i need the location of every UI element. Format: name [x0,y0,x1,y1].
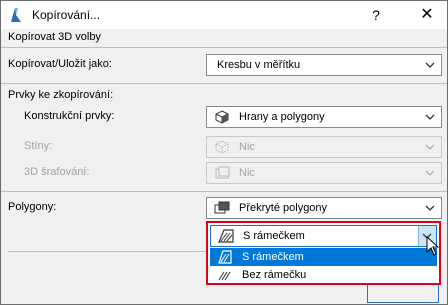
framed-hatch-icon [218,229,234,243]
construction-label: Konstrukční prvky: [24,110,115,122]
window-title: Kopírování... [32,8,101,22]
chevron-down-icon [425,144,435,150]
chevron-down-icon [425,114,435,120]
option-without-frame[interactable]: Bez rámečku [210,266,437,284]
frame-dropdown-value: S rámečkem [243,230,305,242]
archicad-app-icon [11,8,21,22]
copy-save-dropdown[interactable]: Kresbu v měřítku [206,54,442,76]
option-label: Bez rámečku [242,269,307,281]
shadows-value: Nic [239,141,255,153]
hatch-icon [215,166,230,179]
frame-dropdown-popup: S rámečkem S rámečkem Bez rámečku [206,221,441,285]
mouse-cursor-icon [426,236,440,256]
cube-icon [215,140,229,154]
chevron-down-icon [425,62,435,68]
close-button[interactable]: ✕ [414,5,440,25]
framed-hatch-icon [218,250,232,264]
title-bar: Kopírování... ? ✕ [1,1,447,29]
copy-save-label: Kopírovat/Uložit jako: [8,58,112,70]
divider [1,47,447,48]
construction-dropdown[interactable]: Hrany a polygony [206,106,442,128]
chevron-down-icon [425,170,435,176]
hatching-dropdown: Nic [206,162,442,184]
option-with-frame[interactable]: S rámečkem [210,248,437,266]
polygons-dropdown[interactable]: Překryté polygony [206,197,442,219]
shadows-dropdown: Nic [206,136,442,158]
construction-value: Hrany a polygony [239,111,325,123]
help-button[interactable]: ? [365,5,387,25]
polygons-value: Překryté polygony [239,202,328,214]
option-label: S rámečkem [242,251,304,263]
elements-to-copy-label: Prvky ke zkopírování: [8,89,114,101]
frame-dropdown[interactable]: S rámečkem [210,225,437,247]
copy-save-value: Kresbu v měřítku [217,59,301,71]
hatching-label: 3D šrafování: [24,166,90,178]
divider [1,83,447,84]
section-header: Kopírovat 3D volby [8,31,101,43]
divider [8,251,208,252]
polygons-label: Polygony: [8,201,57,213]
ok-button-edge[interactable] [367,284,439,303]
unframed-hatch-icon [218,271,231,281]
chevron-down-icon [425,205,435,211]
divider [1,191,447,192]
overlapping-polygons-icon [214,201,230,214]
hatching-value: Nic [239,167,255,179]
cube-icon [215,110,229,124]
shadows-label: Stíny: [24,140,53,152]
